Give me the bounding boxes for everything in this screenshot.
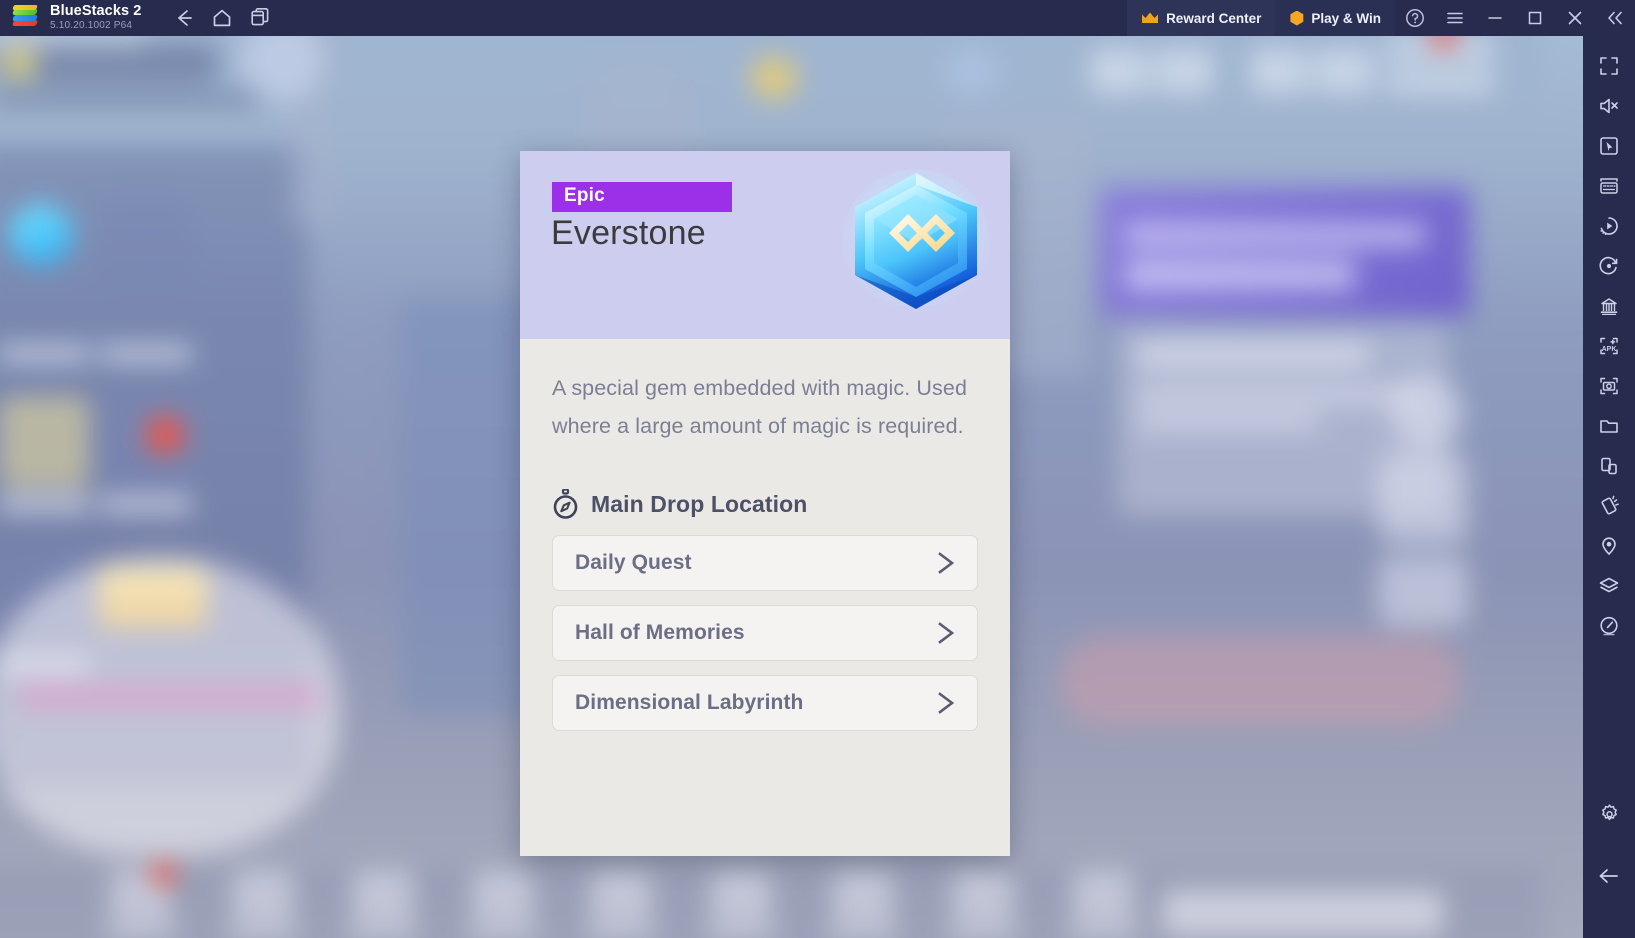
hamburger-menu-icon[interactable]: [1435, 0, 1475, 36]
keyboard-icon[interactable]: [1589, 166, 1629, 206]
play-and-win-label: Play & Win: [1311, 10, 1381, 26]
close-icon[interactable]: [1555, 0, 1595, 36]
app-version: 5.10.20.1002 P64: [50, 20, 133, 31]
chevron-right-icon[interactable]: [933, 688, 959, 718]
shake-icon[interactable]: [1589, 486, 1629, 526]
hex-coin-icon: [1290, 10, 1304, 26]
play-and-win-button[interactable]: Play & Win: [1275, 0, 1395, 36]
tools-sidebar: APK: [1583, 36, 1635, 938]
crown-icon: [1141, 11, 1159, 25]
camera-icon[interactable]: [1589, 366, 1629, 406]
dialog-body: A special gem embedded with magic. Used …: [520, 339, 1010, 856]
drop-location-label: Dimensional Labyrinth: [575, 691, 804, 714]
arrow-left-icon[interactable]: [1589, 856, 1629, 896]
item-name: Everstone: [551, 214, 706, 252]
drop-location-row-dimensional-labyrinth[interactable]: Dimensional Labyrinth: [552, 675, 978, 731]
home-icon[interactable]: [203, 0, 241, 36]
speaker-mute-icon[interactable]: [1589, 86, 1629, 126]
chevron-right-icon[interactable]: [933, 618, 959, 648]
copy-window-icon[interactable]: [1589, 446, 1629, 486]
item-description: A special gem embedded with magic. Used …: [552, 376, 968, 438]
macro-play-icon[interactable]: [1589, 206, 1629, 246]
drop-location-label: Hall of Memories: [575, 621, 745, 644]
reward-center-label: Reward Center: [1166, 10, 1262, 26]
reward-center-button[interactable]: Reward Center: [1127, 0, 1276, 36]
app-title: BlueStacks 2: [50, 3, 142, 19]
cursor-box-icon[interactable]: [1589, 126, 1629, 166]
multi-instance-icon[interactable]: [241, 0, 279, 36]
drop-location-row-daily-quest[interactable]: Daily Quest: [552, 535, 978, 591]
bluestacks-logo: [12, 5, 38, 31]
drop-location-row-hall-of-memories[interactable]: Hall of Memories: [552, 605, 978, 661]
arrow-left-icon[interactable]: [165, 0, 203, 36]
drop-location-list: Daily Quest Hall of Memories Dimensional…: [552, 535, 978, 731]
location-pin-icon[interactable]: [1589, 526, 1629, 566]
drop-location-label: Daily Quest: [575, 551, 692, 574]
speedometer-icon[interactable]: [1589, 606, 1629, 646]
double-chevron-left-icon[interactable]: [1595, 0, 1635, 36]
chevron-right-icon[interactable]: [933, 548, 959, 578]
drop-location-title: Main Drop Location: [591, 490, 808, 517]
rarity-badge: Epic: [552, 182, 732, 212]
game-viewport[interactable]: Epic Everstone A special gem embedded wi…: [0, 36, 1583, 938]
help-circle-icon[interactable]: [1395, 0, 1435, 36]
gear-icon[interactable]: [1589, 794, 1629, 834]
drop-location-section-header: Main Drop Location: [552, 489, 978, 519]
layers-icon[interactable]: [1589, 566, 1629, 606]
folder-icon[interactable]: [1589, 406, 1629, 446]
item-detail-dialog: Epic Everstone A special gem embedded wi…: [520, 151, 1010, 856]
titlebar: BlueStacks 2 5.10.20.1002 P64 Reward Cen…: [0, 0, 1635, 36]
dialog-header: Epic Everstone: [520, 151, 1010, 339]
apk-install-icon[interactable]: APK: [1589, 326, 1629, 366]
minimize-icon[interactable]: [1475, 0, 1515, 36]
fullscreen-icon[interactable]: [1589, 46, 1629, 86]
rotate-icon[interactable]: [1589, 246, 1629, 286]
bluestacks-window: Epic Everstone A special gem embedded wi…: [0, 0, 1635, 938]
eco-mode-icon[interactable]: [1589, 286, 1629, 326]
maximize-icon[interactable]: [1515, 0, 1555, 36]
compass-icon: [552, 489, 579, 519]
svg-text:APK: APK: [1602, 346, 1617, 353]
everstone-gem-icon: [836, 163, 996, 323]
